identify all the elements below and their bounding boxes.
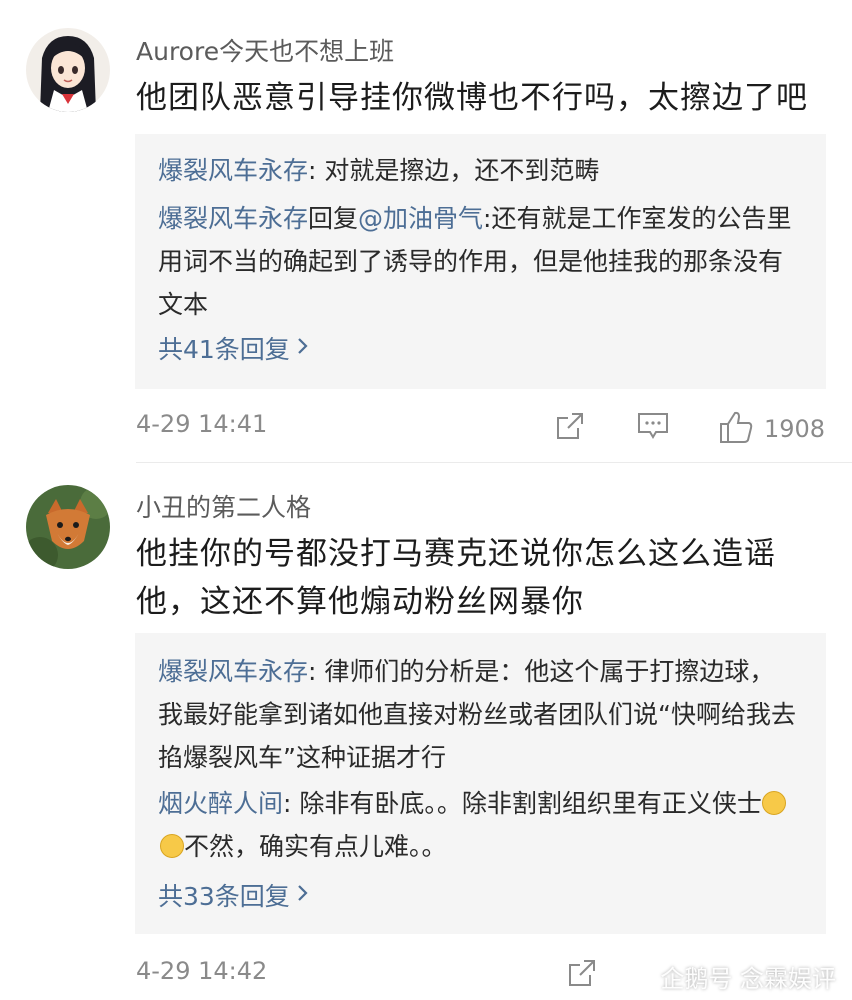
- chevron-right-icon: [296, 334, 310, 363]
- like-count: 1908: [764, 415, 826, 443]
- thumbs-up-icon: [718, 410, 754, 448]
- reply-separator: :: [283, 789, 300, 818]
- reply-text: 除非有卧底。。除非割割组织里有正义侠士: [299, 789, 762, 818]
- more-replies-label: 共33条回复: [158, 882, 290, 911]
- comment-time: 4-29 14:42: [136, 957, 268, 985]
- comment-meta: 4-29 14:41 1908: [136, 410, 826, 446]
- reply-item: 爆裂风车永存回复@加油骨气:还有就是工作室发的公告里用词不当的确起到了诱导的作用…: [158, 197, 798, 326]
- reply-box[interactable]: 爆裂风车永存: 对就是擦边，还不到范畴 爆裂风车永存回复@加油骨气:还有就是工作…: [135, 134, 826, 389]
- reply-author[interactable]: 爆裂风车永存: [158, 657, 308, 686]
- reply-item: 爆裂风车永存: 律师们的分析是：他这个属于打擦边球，我最好能拿到诸如他直接对粉丝…: [158, 650, 798, 779]
- username[interactable]: Aurore今天也不想上班: [136, 32, 394, 68]
- share-icon[interactable]: [554, 410, 586, 442]
- glasses-emoji-icon: [160, 834, 184, 858]
- reply-item: 爆裂风车永存: 对就是擦边，还不到范畴: [158, 149, 798, 192]
- more-replies-link[interactable]: 共41条回复: [158, 330, 310, 366]
- chevron-right-icon: [296, 881, 310, 910]
- reply-separator: :: [308, 156, 325, 185]
- comment-text: 他团队恶意引导挂你微博也不行吗，太擦边了吧: [136, 80, 808, 116]
- like-button[interactable]: 1908: [718, 410, 825, 448]
- watermark: 企鹅号 念霖娱评: [660, 965, 836, 993]
- reply-author[interactable]: 烟火醉人间: [158, 789, 283, 818]
- reply-author[interactable]: 爆裂风车永存: [158, 156, 308, 185]
- comment-item: Aurore今天也不想上班 他团队恶意引导挂你微博也不行吗，太擦边了吧 爆裂风车…: [0, 0, 852, 462]
- comment-item: 小丑的第二人格 他挂你的号都没打马赛克还说你怎么这么造谣他，这还不算他煽动粉丝网…: [0, 463, 852, 1000]
- reply-item: 烟火醉人间: 除非有卧底。。除非割割组织里有正义侠士不然，确实有点儿难。。: [158, 782, 798, 868]
- comment-text: 他挂你的号都没打马赛克还说你怎么这么造谣他，这还不算他煽动粉丝网暴你: [136, 536, 776, 620]
- username[interactable]: 小丑的第二人格: [136, 488, 311, 524]
- more-replies-link[interactable]: 共33条回复: [158, 877, 310, 913]
- reply-text-after: 不然，确实有点儿难。。: [184, 832, 447, 861]
- reply-separator: :: [308, 657, 325, 686]
- avatar[interactable]: [26, 28, 110, 112]
- avatar[interactable]: [26, 485, 110, 569]
- reply-box[interactable]: 爆裂风车永存: 律师们的分析是：他这个属于打擦边球，我最好能拿到诸如他直接对粉丝…: [135, 633, 826, 934]
- reply-separator: 回复: [308, 204, 359, 233]
- reply-text: 对就是擦边，还不到范畴: [324, 156, 600, 185]
- comment-icon[interactable]: [636, 410, 670, 442]
- share-icon[interactable]: [566, 957, 598, 989]
- smile-emoji-icon: [761, 791, 786, 815]
- comment-time: 4-29 14:41: [136, 410, 268, 438]
- reply-mention[interactable]: @加油骨气: [358, 204, 483, 233]
- reply-author[interactable]: 爆裂风车永存: [158, 204, 308, 233]
- more-replies-label: 共41条回复: [158, 335, 290, 364]
